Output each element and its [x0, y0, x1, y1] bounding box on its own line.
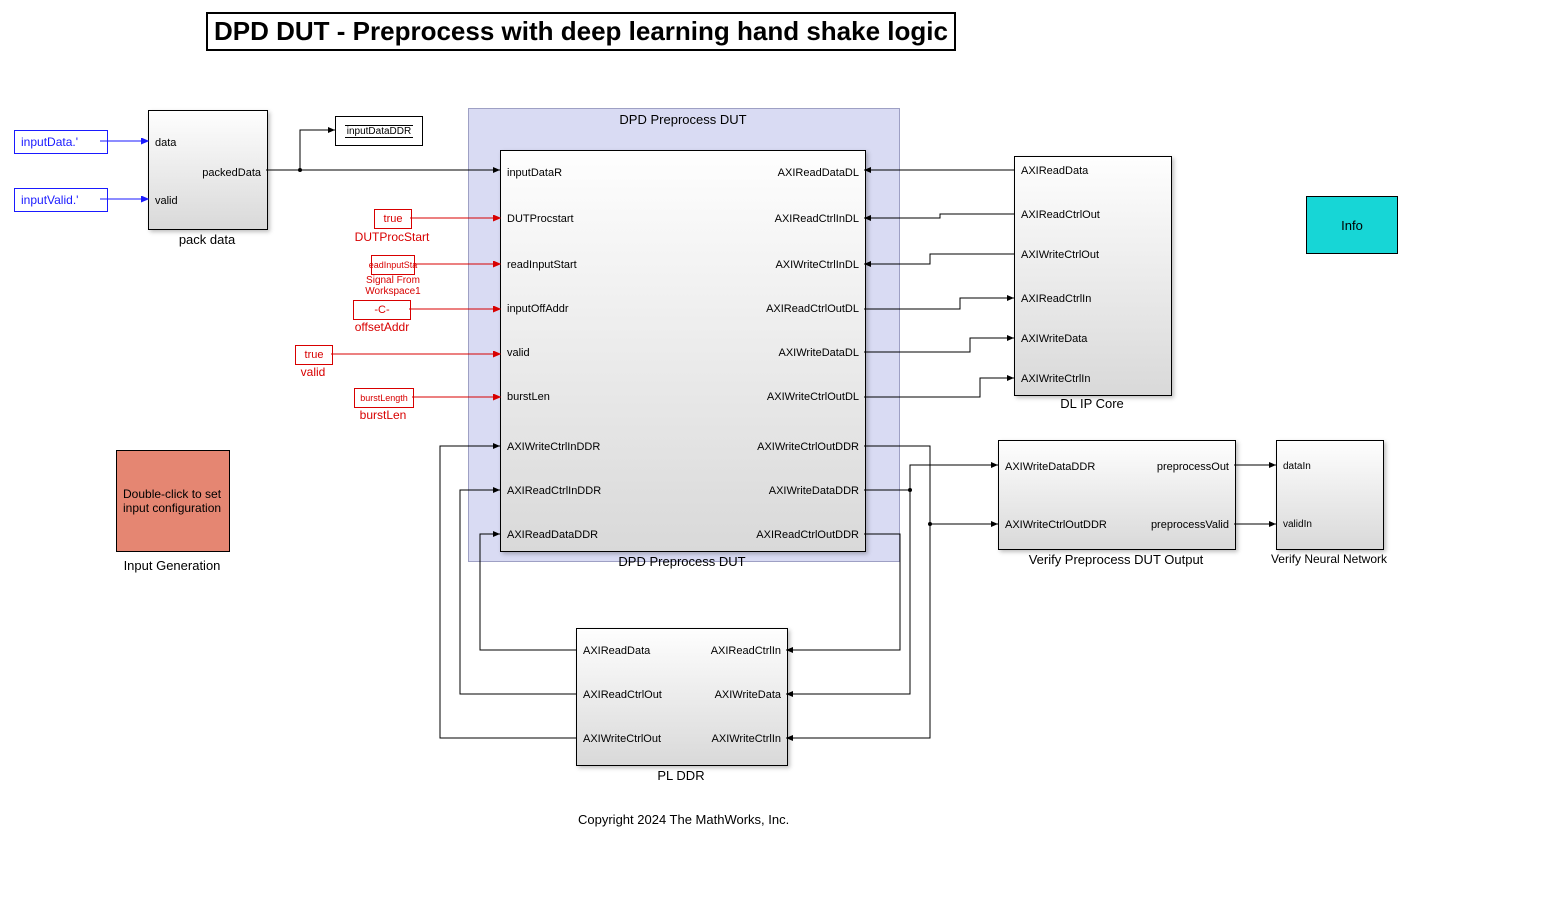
- dlip-p1: AXIReadCtrlOut: [1021, 209, 1100, 221]
- label-dlip: DL IP Core: [1014, 396, 1170, 411]
- block-nn[interactable]: dataIn validIn: [1276, 440, 1384, 550]
- plddr-r1: AXIWriteData: [715, 689, 781, 701]
- dut-out-2: AXIWriteCtrlInDL: [775, 259, 859, 271]
- diagram-title: DPD DUT - Preprocess with deep learning …: [206, 12, 956, 51]
- dut-out-5: AXIWriteCtrlOutDL: [767, 391, 859, 403]
- const-offset[interactable]: -C-: [353, 300, 411, 320]
- dut-in-5: burstLen: [507, 391, 550, 403]
- footer-copyright: Copyright 2024 The MathWorks, Inc.: [578, 812, 789, 827]
- block-dut[interactable]: inputDataR DUTProcstart readInputStart i…: [500, 150, 866, 552]
- port-packdata-data: data: [155, 137, 176, 149]
- dut-out-0: AXIReadDataDL: [778, 167, 859, 179]
- const-valid[interactable]: true: [295, 345, 333, 365]
- block-packdata[interactable]: data valid packedData: [148, 110, 268, 230]
- info-label: Info: [1341, 218, 1363, 233]
- port-packdata-out: packedData: [202, 167, 261, 179]
- plddr-r2: AXIWriteCtrlIn: [712, 733, 781, 745]
- block-plddr[interactable]: AXIReadData AXIReadCtrlOut AXIWriteCtrlO…: [576, 628, 788, 766]
- verify-out-0: preprocessOut: [1157, 461, 1229, 473]
- label-plddr: PL DDR: [576, 768, 786, 783]
- nn-in-0: dataIn: [1283, 461, 1311, 472]
- source-inputdata[interactable]: inputData.': [14, 130, 108, 154]
- dut-in-2: readInputStart: [507, 259, 577, 271]
- dut-out-1: AXIReadCtrlInDL: [775, 213, 859, 225]
- block-dlip[interactable]: AXIReadData AXIReadCtrlOut AXIWriteCtrlO…: [1014, 156, 1172, 396]
- source-inputdata-label: inputData.': [21, 135, 78, 149]
- plddr-l0: AXIReadData: [583, 645, 650, 657]
- dlip-p2: AXIWriteCtrlOut: [1021, 249, 1099, 261]
- dut-in-3: inputOffAddr: [507, 303, 569, 315]
- dut-out-4: AXIWriteDataDL: [779, 347, 860, 359]
- source-inputvalid[interactable]: inputValid.': [14, 188, 108, 212]
- label-offset: offsetAddr: [346, 320, 418, 334]
- nn-in-1: validIn: [1283, 519, 1312, 530]
- dlip-p4: AXIWriteData: [1021, 333, 1087, 345]
- dut-out-3: AXIReadCtrlOutDL: [766, 303, 859, 315]
- const-procstart[interactable]: true: [374, 209, 412, 229]
- label-readinput: Signal From Workspace1: [352, 275, 434, 297]
- block-inputgen[interactable]: Double-click to set input configuration: [116, 450, 230, 552]
- plddr-l2: AXIWriteCtrlOut: [583, 733, 661, 745]
- inputgen-text: Double-click to set input configuration: [123, 487, 223, 515]
- const-burst[interactable]: burstLength: [354, 388, 414, 408]
- dlip-p5: AXIWriteCtrlIn: [1021, 373, 1090, 385]
- source-inputvalid-label: inputValid.': [21, 193, 78, 207]
- port-packdata-valid: valid: [155, 195, 178, 207]
- verify-in-0: AXIWriteDataDDR: [1005, 461, 1095, 473]
- plddr-r0: AXIReadCtrlIn: [711, 645, 781, 657]
- label-burst: burstLen: [348, 408, 418, 422]
- label-inputgen: Input Generation: [110, 558, 234, 573]
- verify-in-1: AXIWriteCtrlOutDDR: [1005, 519, 1107, 531]
- dlip-p0: AXIReadData: [1021, 165, 1088, 177]
- plddr-l1: AXIReadCtrlOut: [583, 689, 662, 701]
- label-valid: valid: [288, 365, 338, 379]
- dut-in-1: DUTProcstart: [507, 213, 574, 225]
- dlip-p3: AXIReadCtrlIn: [1021, 293, 1091, 305]
- dut-in-6: AXIWriteCtrlInDDR: [507, 441, 600, 453]
- block-verify[interactable]: AXIWriteDataDDR AXIWriteCtrlOutDDR prepr…: [998, 440, 1236, 550]
- label-nn: Verify Neural Network: [1258, 552, 1400, 566]
- scope-inputdataddr[interactable]: inputDataDDR: [335, 116, 423, 146]
- dut-out-8: AXIReadCtrlOutDDR: [756, 529, 859, 541]
- scope-inputdataddr-label: inputDataDDR: [345, 125, 414, 138]
- label-packdata: pack data: [148, 232, 266, 247]
- label-procstart: DUTProcStart: [344, 230, 440, 244]
- dut-in-7: AXIReadCtrlInDDR: [507, 485, 601, 497]
- dut-out-7: AXIWriteDataDDR: [769, 485, 859, 497]
- label-verify: Verify Preprocess DUT Output: [998, 552, 1234, 567]
- dut-in-0: inputDataR: [507, 167, 562, 179]
- diagram-canvas: DPD DUT - Preprocess with deep learning …: [0, 0, 1552, 917]
- verify-out-1: preprocessValid: [1151, 519, 1229, 531]
- dut-out-6: AXIWriteCtrlOutDDR: [757, 441, 859, 453]
- block-info[interactable]: Info: [1306, 196, 1398, 254]
- dut-in-8: AXIReadDataDDR: [507, 529, 598, 541]
- dut-bottom-label: DPD Preprocess DUT: [500, 554, 864, 569]
- dut-in-4: valid: [507, 347, 530, 359]
- const-readinput[interactable]: eadInputSta: [371, 255, 415, 275]
- dut-top-label: DPD Preprocess DUT: [468, 112, 898, 127]
